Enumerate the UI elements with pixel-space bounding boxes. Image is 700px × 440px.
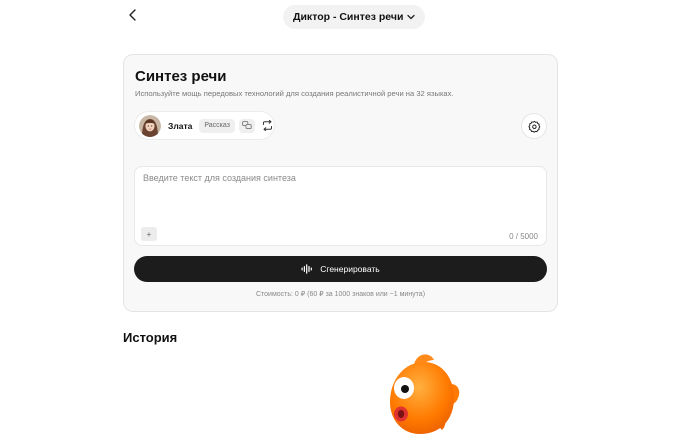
- model-selector[interactable]: Диктор - Синтез речи: [283, 5, 426, 29]
- voice-avatar: [139, 114, 161, 137]
- card-title: Синтез речи: [135, 68, 227, 85]
- chevron-left-icon: [129, 9, 136, 21]
- chat-bubbles-icon: [242, 121, 252, 130]
- swap-icon: [263, 120, 273, 131]
- voice-name: Злата: [168, 120, 193, 131]
- text-input-area: + 0 / 5000: [134, 166, 547, 246]
- back-button[interactable]: [124, 6, 142, 24]
- synthesis-text-input[interactable]: [143, 173, 538, 223]
- generate-button[interactable]: Сгенерировать: [134, 256, 547, 282]
- settings-button[interactable]: [521, 113, 547, 139]
- generate-button-label: Сгенерировать: [320, 264, 380, 274]
- soundwave-icon: [301, 264, 313, 274]
- history-title: История: [123, 330, 178, 345]
- page: Диктор - Синтез речи Синтез речи Использ…: [0, 0, 700, 440]
- model-selector-label: Диктор - Синтез речи: [293, 11, 404, 23]
- voice-style-tag: Рассказ: [199, 118, 235, 133]
- attach-button[interactable]: +: [141, 227, 157, 241]
- voice-selector[interactable]: Злата Рассказ: [134, 111, 275, 140]
- speech-synthesis-card: Синтез речи Используйте мощь передовых т…: [123, 54, 558, 312]
- cost-note: Стоимость: 0 ₽ (60 ₽ за 1000 знаков или …: [255, 291, 426, 298]
- swap-voice-button[interactable]: [261, 119, 274, 133]
- voice-mode-button[interactable]: [238, 118, 256, 133]
- char-counter: 0 / 5000: [509, 232, 538, 241]
- loading-fish-mascot: [384, 352, 464, 436]
- card-subtitle: Используйте мощь передовых технологий дл…: [135, 89, 454, 98]
- gear-icon: [527, 120, 540, 133]
- chevron-down-icon: [407, 14, 416, 20]
